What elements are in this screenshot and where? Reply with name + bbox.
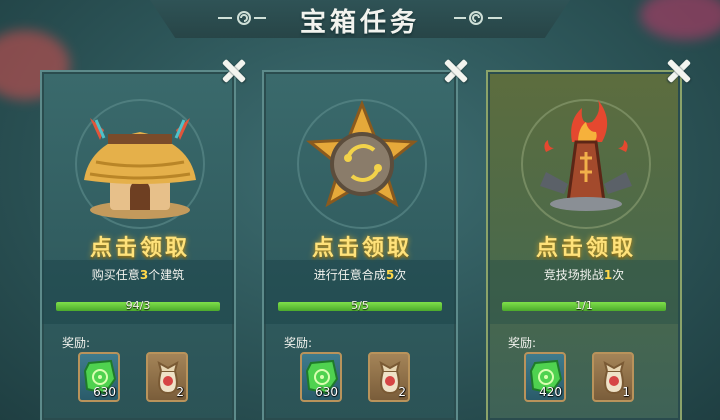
- dialog-title: 宝箱任务: [299, 8, 420, 38]
- reward-count: 420: [539, 385, 562, 399]
- reward-count: 1: [622, 385, 630, 399]
- reward-count: 630: [315, 385, 338, 399]
- task-text-suffix: 次: [394, 268, 407, 282]
- reward-label: 奖励:: [62, 336, 91, 350]
- flaming-totem-icon: [521, 99, 651, 229]
- close-icon[interactable]: [664, 56, 694, 86]
- reward-bag-slot[interactable]: 1: [592, 352, 634, 402]
- claim-button[interactable]: 点击领取: [264, 230, 460, 262]
- task-text-prefix: 进行任意合成: [313, 268, 386, 282]
- task-text-prefix: 购买任意: [91, 268, 140, 282]
- reward-count: 2: [176, 385, 184, 399]
- reward-label: 奖励:: [284, 336, 313, 350]
- task-text-suffix: 个建筑: [148, 268, 185, 282]
- claim-button[interactable]: 点击领取: [488, 230, 684, 262]
- close-icon[interactable]: [441, 56, 471, 86]
- task-count: 1: [603, 268, 613, 282]
- reward-gem-slot[interactable]: 630: [78, 352, 120, 402]
- reward-bag-slot[interactable]: 2: [146, 352, 188, 402]
- reward-bag-slot[interactable]: 2: [368, 352, 410, 402]
- dialog-header: 宝箱任务: [0, 0, 720, 40]
- reward-gem-slot[interactable]: 630: [300, 352, 342, 402]
- task-description: 竞技场挑战1次: [488, 266, 680, 283]
- task-description: 进行任意合成5次: [264, 266, 456, 283]
- reward-count: 2: [398, 385, 406, 399]
- task-card-buy-buildings: 点击领取 购买任意3个建筑 94/3 奖励: 630 2: [40, 70, 236, 420]
- task-count: 3: [139, 268, 149, 282]
- task-description: 购买任意3个建筑: [42, 266, 234, 283]
- reward-label: 奖励:: [508, 336, 537, 350]
- task-card-merge: 点击领取 进行任意合成5次 5/5 奖励: 630 2: [262, 70, 458, 420]
- task-text-suffix: 次: [612, 268, 625, 282]
- claim-button[interactable]: 点击领取: [42, 230, 238, 262]
- progress-text: 1/1: [575, 299, 593, 312]
- merge-star-medal-icon: [297, 99, 427, 229]
- progress-text: 94/3: [125, 299, 151, 312]
- reward-gem-slot[interactable]: 420: [524, 352, 566, 402]
- task-count: 5: [385, 268, 395, 282]
- task-card-arena: 点击领取 竞技场挑战1次 1/1 奖励: 420 1: [486, 70, 682, 420]
- straw-hut-icon: [75, 99, 205, 229]
- progress-text: 5/5: [351, 299, 369, 312]
- task-text-prefix: 竞技场挑战: [543, 268, 604, 282]
- reward-count: 630: [93, 385, 116, 399]
- close-icon[interactable]: [219, 56, 249, 86]
